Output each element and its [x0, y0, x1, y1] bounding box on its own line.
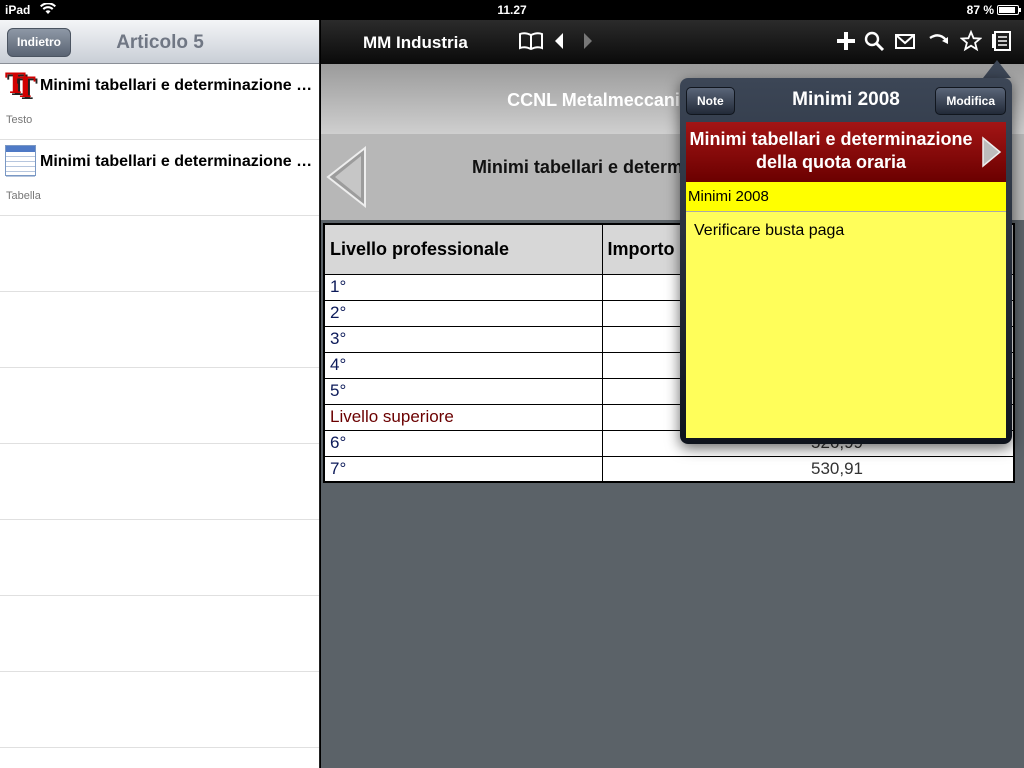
table-row: 7° 530,91 [323, 455, 1015, 483]
toolbar: MM Industria [321, 20, 1024, 64]
battery-percentage: 87 % [966, 3, 994, 17]
level-cell: 6° [323, 429, 603, 457]
note-article-title: Minimi tabellari e determinazione della … [689, 129, 973, 172]
list-item-subtitle: Testo [6, 114, 33, 126]
edit-button[interactable]: Modifica [935, 87, 1006, 115]
clock: 11.27 [497, 3, 527, 17]
book-icon[interactable] [518, 30, 544, 57]
level-cell: 3° [323, 325, 603, 353]
add-icon[interactable] [835, 30, 857, 57]
sidebar-header: Indietro Articolo 5 [0, 20, 319, 64]
empty-row [0, 596, 319, 672]
notes-icon[interactable] [990, 30, 1012, 57]
notes-popover: Note Minimi 2008 Modifica Minimi tabella… [680, 78, 1012, 444]
refresh-icon[interactable] [927, 30, 951, 57]
note-text[interactable]: Verificare busta paga [686, 212, 1006, 250]
level-cell: 2° [323, 299, 603, 327]
popover-arrow [983, 60, 1011, 78]
list-item-title: Minimi tabellari e determinazione della … [40, 153, 315, 170]
level-cell: 4° [323, 351, 603, 379]
empty-row [0, 520, 319, 596]
empty-row [0, 444, 319, 520]
toolbar-title: MM Industria [363, 33, 468, 52]
list-item[interactable]: TT Minimi tabellari e determinazione del… [0, 64, 319, 140]
empty-row [0, 292, 319, 368]
search-icon[interactable] [863, 30, 885, 57]
empty-row [0, 368, 319, 444]
sidebar: Indietro Articolo 5 TT Minimi tabellari … [0, 20, 320, 768]
sidebar-list: TT Minimi tabellari e determinazione del… [0, 64, 319, 748]
amount-cell: 530,91 [601, 455, 1015, 483]
note-title-field[interactable]: Minimi 2008 [686, 182, 1006, 212]
list-item-subtitle: Tabella [6, 190, 41, 202]
column-header-level: Livello professionale [323, 223, 603, 275]
level-cell: 1° [323, 273, 603, 301]
level-cell: 5° [323, 377, 603, 405]
star-icon[interactable] [959, 29, 983, 57]
note-content: Minimi tabellari e determinazione della … [686, 122, 1006, 438]
forward-arrow-icon[interactable] [581, 30, 595, 57]
chevron-right-icon [980, 136, 1002, 173]
previous-article-arrow-icon[interactable] [325, 145, 369, 213]
list-item-title: Minimi tabellari e determinazione della … [40, 77, 315, 94]
level-cell: 7° [323, 455, 603, 483]
empty-row [0, 216, 319, 292]
level-cell: Livello superiore [323, 403, 603, 431]
sidebar-title: Articolo 5 [116, 32, 204, 53]
text-document-icon: TT [5, 67, 36, 104]
empty-row [0, 672, 319, 748]
back-arrow-icon[interactable] [552, 30, 566, 57]
table-icon [5, 145, 36, 177]
list-item[interactable]: Minimi tabellari e determinazione della … [0, 140, 319, 216]
mail-icon[interactable] [894, 30, 916, 57]
note-article-link[interactable]: Minimi tabellari e determinazione della … [686, 122, 1006, 182]
status-bar: iPad 11.27 87 % [0, 0, 1024, 20]
battery-icon [997, 5, 1021, 15]
